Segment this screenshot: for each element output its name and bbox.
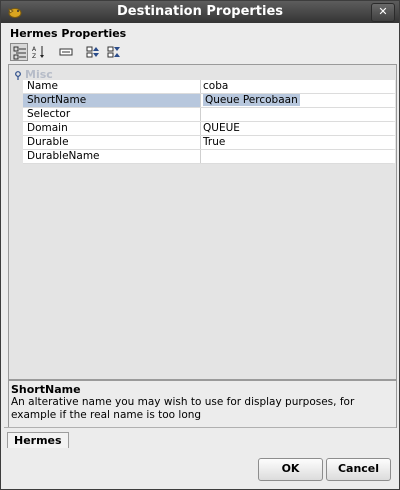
property-editor-button[interactable]	[57, 43, 75, 61]
description-title: ShortName	[11, 383, 81, 396]
property-name: Durable	[23, 136, 203, 149]
tab-strip: Hermes	[4, 427, 396, 450]
svg-text:Z: Z	[32, 53, 36, 59]
property-sheet: Misc Name coba ShortName Queue Percobaan…	[8, 64, 397, 380]
categorized-view-button[interactable]	[10, 43, 28, 61]
property-value[interactable]: coba	[201, 80, 395, 93]
title-bar[interactable]: Destination Properties ✕	[1, 1, 399, 23]
property-name: Domain	[23, 122, 203, 135]
property-row-durable[interactable]: Durable True	[23, 136, 395, 150]
window-title: Destination Properties	[116, 4, 284, 19]
properties-heading: Hermes Properties	[10, 27, 127, 40]
sort-alphabetical-button[interactable]: A Z	[30, 43, 48, 61]
move-up-icon	[86, 46, 99, 58]
property-value[interactable]	[201, 150, 395, 163]
property-value[interactable]: Queue Percobaan	[201, 94, 395, 107]
property-row-shortname[interactable]: ShortName Queue Percobaan	[23, 94, 395, 108]
description-panel: ShortName An alterative name you may wis…	[8, 380, 397, 428]
property-row-durablename[interactable]: DurableName	[23, 150, 395, 164]
collapse-icon[interactable]	[14, 70, 22, 83]
description-text: An alterative name you may wish to use f…	[11, 396, 355, 421]
sort-alphabetical-icon: A Z	[32, 46, 44, 59]
property-value[interactable]: True	[201, 136, 395, 149]
property-value[interactable]	[201, 108, 395, 121]
categorized-view-icon	[13, 46, 26, 60]
property-row-selector[interactable]: Selector	[23, 108, 395, 122]
property-grid: Name coba ShortName Queue Percobaan Sele…	[23, 80, 395, 164]
move-down-icon	[107, 46, 120, 58]
move-up-button[interactable]	[84, 43, 102, 61]
move-down-button[interactable]	[105, 43, 123, 61]
close-button[interactable]: ✕	[371, 3, 395, 22]
property-row-name[interactable]: Name coba	[23, 80, 395, 94]
cancel-button[interactable]: Cancel	[326, 458, 391, 481]
svg-text:A: A	[32, 46, 37, 53]
property-toolbar: A Z	[8, 42, 396, 63]
property-name: Name	[23, 80, 203, 93]
destination-properties-dialog: Destination Properties ✕ Hermes Properti…	[0, 0, 400, 490]
property-name: DurableName	[23, 150, 203, 163]
tab-hermes[interactable]: Hermes	[7, 432, 69, 448]
property-name: Selector	[23, 108, 203, 121]
property-value[interactable]: QUEUE	[201, 122, 395, 135]
property-row-domain[interactable]: Domain QUEUE	[23, 122, 395, 136]
ok-button[interactable]: OK	[258, 458, 323, 481]
property-editor-icon	[59, 48, 73, 56]
property-name: ShortName	[23, 94, 203, 107]
